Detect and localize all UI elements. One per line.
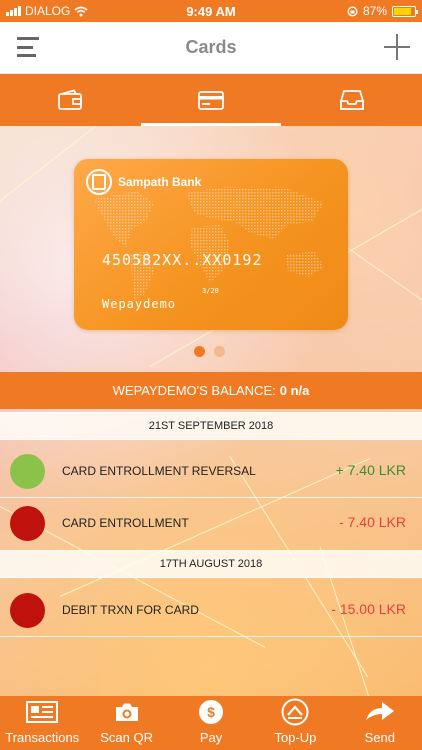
nav-pay[interactable]: $ Pay (169, 696, 253, 750)
nav-transactions-label: Transactions (5, 730, 80, 745)
carousel-page-indicator (194, 346, 225, 357)
battery-icon (392, 5, 418, 17)
date-header-label: 21ST SEPTEMBER 2018 (148, 420, 274, 432)
card-content-area: Sampath Bank 450582XX..XX0192 3/20 Wepay… (0, 126, 422, 696)
nav-transactions[interactable]: Transactions (0, 696, 84, 750)
wallet-icon (58, 89, 83, 110)
transaction-description: DEBIT TRXN FOR CARD (62, 603, 199, 617)
inbox-tray-icon (339, 90, 364, 110)
tab-cards[interactable] (140, 74, 282, 126)
nav-pay-label: Pay (199, 730, 223, 745)
bottom-navigation: Transactions Scan QR $ Pay Top-Up Send (0, 696, 422, 750)
card-bank-name: Sampath Bank (118, 175, 202, 189)
balance-value: 0 n/a (279, 383, 310, 398)
date-header: 17TH AUGUST 2018 (0, 550, 422, 578)
credit-status-dot (10, 454, 45, 489)
transaction-description: CARD ENTROLLMENT (62, 516, 189, 530)
nav-scan-qr-label: Scan QR (100, 730, 153, 745)
tab-inbox[interactable] (281, 74, 422, 126)
transaction-description: CARD ENTROLLMENT REVERSAL (62, 464, 256, 478)
carrier-name: DIALOG (25, 4, 71, 18)
navigation-bar: Cards (0, 22, 422, 74)
date-header: 21ST SEPTEMBER 2018 (0, 412, 422, 440)
credit-card-icon (198, 90, 224, 110)
nav-top-up[interactable]: Top-Up (253, 696, 337, 750)
top-up-icon (278, 698, 312, 726)
add-card-button[interactable] (384, 34, 410, 60)
camera-icon (110, 698, 144, 726)
dollar-coin-icon: $ (194, 698, 228, 726)
balance-bar: WEPAYDEMO'S BALANCE: 0 n/a (0, 372, 422, 409)
balance-label: WEPAYDEMO'S BALANCE: (112, 383, 276, 398)
card-number: 450582XX..XX0192 (102, 251, 263, 269)
status-bar: DIALOG 9:49 AM 87% (0, 0, 422, 22)
hamburger-menu-icon[interactable] (17, 37, 39, 57)
tab-wallet[interactable] (0, 74, 141, 126)
debit-status-dot (10, 506, 45, 541)
transaction-row[interactable]: CARD ENTROLLMENT - 7.40 LKR (0, 498, 422, 550)
card-expiry: 3/20 (202, 287, 219, 295)
carousel-dot[interactable] (214, 346, 225, 357)
nav-top-up-label: Top-Up (274, 730, 317, 745)
transaction-amount: - 7.40 LKR (339, 514, 406, 530)
transaction-amount: + 7.40 LKR (335, 462, 406, 478)
sampath-bank-logo (86, 169, 112, 195)
nav-send-label: Send (364, 730, 396, 745)
rotation-lock-icon (347, 5, 358, 17)
page-title: Cards (185, 37, 237, 57)
nav-send[interactable]: Send (338, 696, 422, 750)
transactions-icon (25, 698, 59, 726)
date-header-label: 17TH AUGUST 2018 (159, 558, 263, 570)
battery-percent: 87% (362, 4, 387, 18)
wifi-icon (74, 6, 88, 16)
transaction-amount: - 15.00 LKR (331, 601, 406, 617)
tab-bar (0, 74, 422, 126)
signal-icon (6, 6, 21, 16)
svg-text:$: $ (207, 704, 215, 720)
card-holder-name: Wepaydemo (102, 297, 177, 311)
debit-status-dot (10, 593, 45, 628)
send-arrow-icon (363, 698, 397, 726)
bank-card[interactable]: Sampath Bank 450582XX..XX0192 3/20 Wepay… (74, 159, 348, 330)
carousel-dot[interactable] (194, 346, 205, 357)
nav-scan-qr[interactable]: Scan QR (84, 696, 168, 750)
transaction-row[interactable]: DEBIT TRXN FOR CARD - 15.00 LKR (0, 585, 422, 637)
transaction-row[interactable]: CARD ENTROLLMENT REVERSAL + 7.40 LKR (0, 446, 422, 498)
